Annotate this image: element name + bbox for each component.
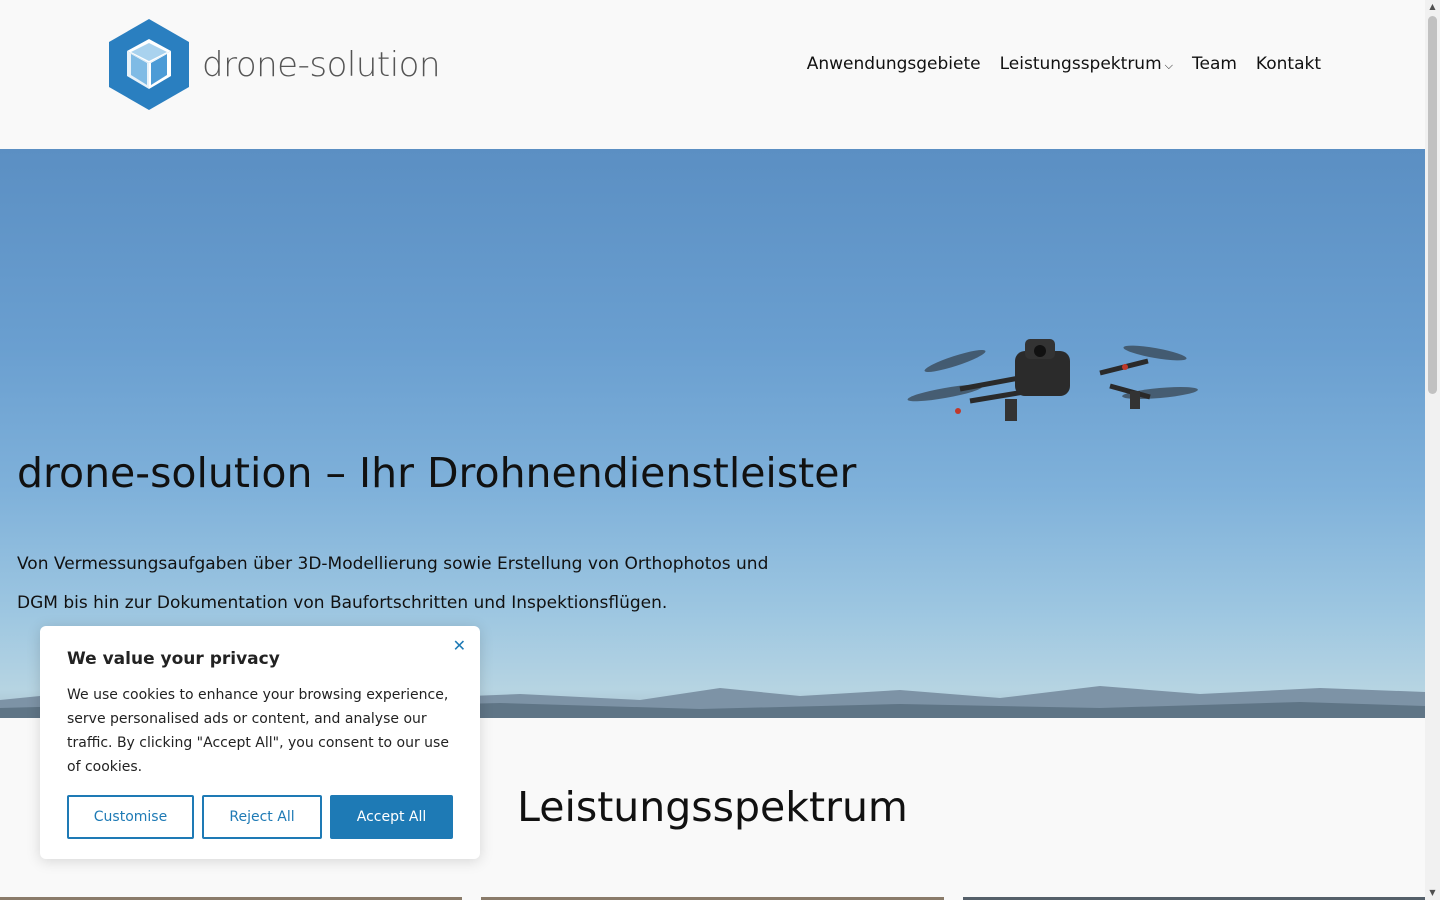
cookie-consent-banner: ✕ We value your privacy We use cookies t…: [40, 626, 480, 859]
cookie-title: We value your privacy: [67, 649, 280, 669]
logo-link[interactable]: drone-solution: [109, 19, 441, 110]
site-header: drone-solution Anwendungsgebiete Leistun…: [0, 0, 1425, 149]
reject-all-button[interactable]: Reject All: [202, 795, 322, 839]
page-scrollbar[interactable]: ▲ ▼: [1425, 0, 1440, 900]
nav-item-team[interactable]: Team: [1192, 54, 1237, 74]
hero-text-line-2: DGM bis hin zur Dokumentation von Baufor…: [17, 593, 668, 613]
scroll-down-arrow-icon[interactable]: ▼: [1425, 886, 1440, 900]
hero-description: Von Vermessungsaufgaben über 3D-Modellie…: [17, 545, 817, 623]
nav-item-anwendungsgebiete[interactable]: Anwendungsgebiete: [807, 54, 981, 74]
scrollbar-thumb[interactable]: [1428, 16, 1437, 394]
nav-item-label: Team: [1191, 54, 1237, 74]
page: drone-solution Anwendungsgebiete Leistun…: [0, 0, 1425, 900]
logo-text: drone-solution: [202, 44, 441, 85]
nav-item-label: Kontakt: [1255, 54, 1321, 74]
nav-item-label: Anwendungsgebiete: [806, 54, 981, 74]
main-nav: Anwendungsgebiete Leistungsspektrum ⌵ Te…: [807, 54, 1321, 74]
customise-button[interactable]: Customise: [67, 795, 194, 839]
cube-logo-icon: [109, 19, 189, 110]
hero-title: drone-solution – Ihr Drohnendienstleiste…: [17, 449, 857, 497]
nav-item-label: Leistungsspektrum: [999, 54, 1162, 74]
drone-image: [907, 339, 1198, 421]
chevron-down-icon: ⌵: [1164, 58, 1173, 72]
scroll-up-arrow-icon[interactable]: ▲: [1425, 0, 1440, 14]
cookie-text: We use cookies to enhance your browsing …: [67, 687, 449, 775]
hero-text-line-1: Von Vermessungsaufgaben über 3D-Modellie…: [17, 554, 769, 574]
accept-all-button[interactable]: Accept All: [330, 795, 453, 839]
cookie-buttons: Customise Reject All Accept All: [67, 795, 453, 839]
nav-item-leistungsspektrum[interactable]: Leistungsspektrum ⌵: [1000, 54, 1173, 74]
nav-item-kontakt[interactable]: Kontakt: [1256, 54, 1321, 74]
close-icon[interactable]: ✕: [453, 636, 466, 655]
